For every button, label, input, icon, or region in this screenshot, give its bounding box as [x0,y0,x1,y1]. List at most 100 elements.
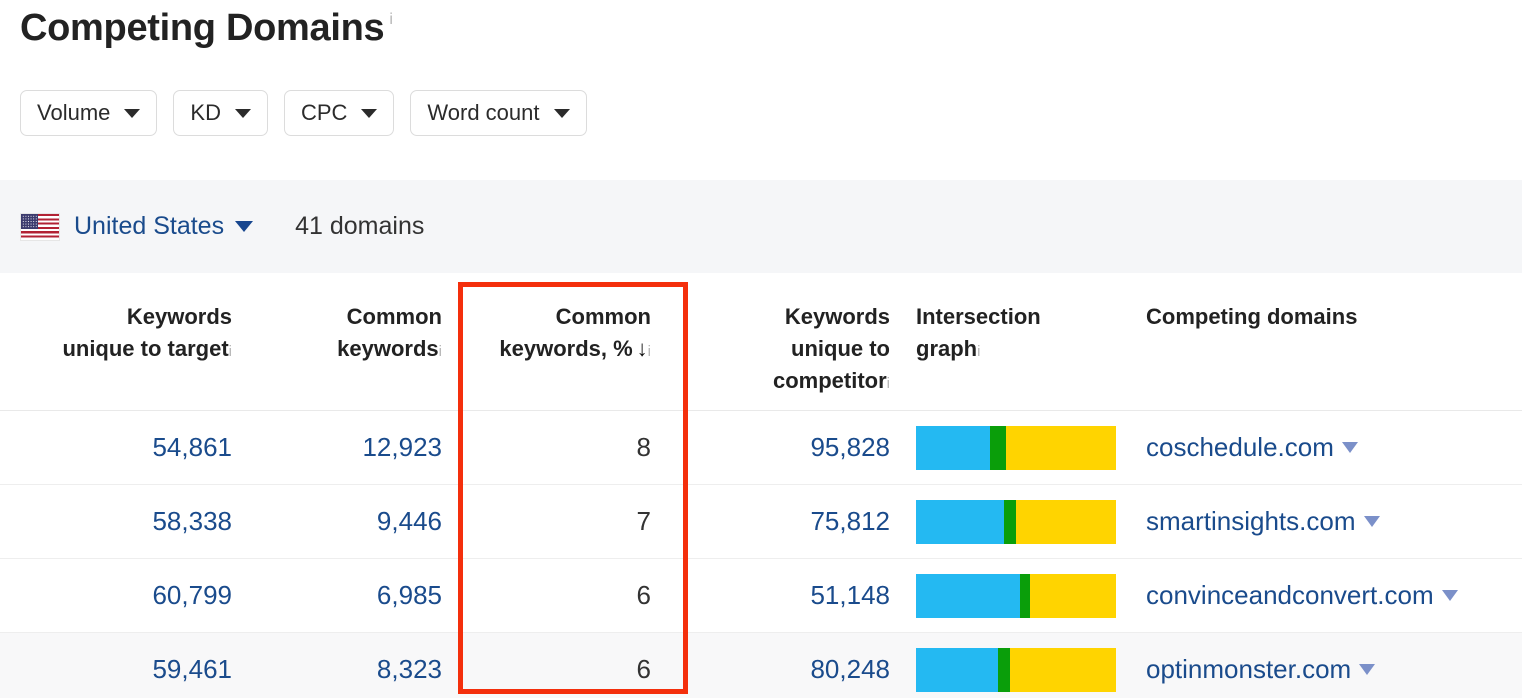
info-icon[interactable]: i [229,344,232,359]
column-header-line2: unique to target [62,336,228,361]
page-title-row: Competing Domains i [20,8,393,50]
bar-segment-common [1020,574,1030,618]
cell-common-keywords[interactable]: 6,985 [248,580,458,611]
sort-descending-icon[interactable]: ↓ [637,333,648,365]
cell-intersection-graph [902,500,1128,544]
bar-segment-unique-to-target [916,648,998,692]
info-icon[interactable]: i [439,344,442,359]
cell-common-keywords[interactable]: 9,446 [248,506,458,537]
chevron-down-icon[interactable] [235,221,253,232]
table-row[interactable]: 58,338 9,446 7 75,812 smartinsights.com [0,485,1522,559]
chevron-down-icon[interactable] [1342,442,1358,453]
chevron-down-icon [235,109,251,118]
info-icon[interactable]: i [648,344,651,359]
filter-word-count[interactable]: Word count [410,90,586,136]
column-header-line2: keywords [337,336,439,361]
filter-cpc[interactable]: CPC [284,90,394,136]
intersection-graph-bar [916,574,1116,618]
domain-link[interactable]: coschedule.com [1146,432,1334,463]
column-header-line2: unique to [791,336,890,361]
intersection-graph-bar [916,500,1116,544]
bar-segment-common [1004,500,1016,544]
cell-keywords-unique-to-target[interactable]: 60,799 [0,580,248,611]
bar-segment-common [998,648,1010,692]
column-header-competing-domains[interactable]: Competing domains [1128,273,1522,410]
domain-link[interactable]: smartinsights.com [1146,506,1356,537]
cell-common-keywords[interactable]: 12,923 [248,432,458,463]
country-selector-label[interactable]: United States [74,212,224,241]
column-header-keywords-unique-to-target[interactable]: Keywords unique to targeti [0,273,248,410]
chevron-down-icon [554,109,570,118]
info-icon[interactable]: i [389,12,393,28]
cell-common-keywords-percent: 6 [458,654,687,685]
cell-competing-domain: smartinsights.com [1128,506,1522,537]
page-title: Competing Domains [20,8,384,50]
intersection-graph-bar [916,426,1116,470]
cell-intersection-graph [902,574,1128,618]
cell-keywords-unique-to-target[interactable]: 54,861 [0,432,248,463]
cell-keywords-unique-to-target[interactable]: 58,338 [0,506,248,537]
cell-common-keywords-percent: 8 [458,432,687,463]
column-header-line3: competitor [773,368,887,393]
info-icon[interactable]: i [887,376,890,391]
chevron-down-icon[interactable] [1359,664,1375,675]
column-header-line1: Keywords [785,304,890,329]
domain-link[interactable]: convinceandconvert.com [1146,580,1434,611]
filter-cpc-label: CPC [301,100,347,126]
cell-keywords-unique-to-target[interactable]: 59,461 [0,654,248,685]
us-flag-icon [20,213,60,241]
table-row[interactable]: 60,799 6,985 6 51,148 convinceandconvert… [0,559,1522,633]
competing-domains-table: Keywords unique to targeti Common keywor… [0,273,1522,698]
cell-common-keywords-percent: 7 [458,506,687,537]
cell-intersection-graph [902,648,1128,692]
competing-domains-page: Competing Domains i Volume KD CPC Word c… [0,0,1522,698]
country-filter-bar: United States 41 domains [0,180,1522,273]
cell-common-keywords-percent: 6 [458,580,687,611]
column-header-line1: Common [556,304,651,329]
chevron-down-icon[interactable] [1442,590,1458,601]
domain-count-label: 41 domains [295,212,424,241]
filter-bar: Volume KD CPC Word count [20,90,587,136]
chevron-down-icon[interactable] [1364,516,1380,527]
column-header-line1: Keywords [127,304,232,329]
column-header-intersection-graph[interactable]: Intersection graphi [902,273,1128,410]
cell-keywords-unique-to-competitor[interactable]: 51,148 [687,580,902,611]
column-header-line1: Common [347,304,442,329]
table-row[interactable]: 59,461 8,323 6 80,248 optinmonster.com [0,633,1522,698]
bar-segment-unique-to-target [916,574,1020,618]
bar-segment-unique-to-competitor [1030,574,1116,618]
bar-segment-unique-to-target [916,500,1004,544]
bar-segment-common [990,426,1006,470]
bar-segment-unique-to-competitor [1006,426,1116,470]
bar-segment-unique-to-competitor [1016,500,1116,544]
column-header-line1: Intersection [916,304,1041,329]
table-row[interactable]: 54,861 12,923 8 95,828 coschedule.com [0,411,1522,485]
filter-volume[interactable]: Volume [20,90,157,136]
column-header-line2: graph [916,336,977,361]
cell-keywords-unique-to-competitor[interactable]: 75,812 [687,506,902,537]
cell-competing-domain: convinceandconvert.com [1128,580,1522,611]
cell-keywords-unique-to-competitor[interactable]: 80,248 [687,654,902,685]
filter-kd[interactable]: KD [173,90,268,136]
cell-common-keywords[interactable]: 8,323 [248,654,458,685]
info-icon[interactable]: i [977,344,980,359]
filter-word-count-label: Word count [427,100,539,126]
column-header-common-keywords-percent[interactable]: Common keywords, %↓i [458,273,687,410]
cell-competing-domain: coschedule.com [1128,432,1522,463]
filter-kd-label: KD [190,100,221,126]
cell-competing-domain: optinmonster.com [1128,654,1522,685]
bar-segment-unique-to-competitor [1010,648,1116,692]
column-header-common-keywords[interactable]: Common keywordsi [248,273,458,410]
chevron-down-icon [124,109,140,118]
column-header-line1: Competing domains [1146,304,1357,329]
domain-link[interactable]: optinmonster.com [1146,654,1351,685]
column-header-line2: keywords, % [499,336,632,361]
table-header-row: Keywords unique to targeti Common keywor… [0,273,1522,411]
column-header-keywords-unique-to-competitor[interactable]: Keywords unique to competitori [687,273,902,410]
bar-segment-unique-to-target [916,426,990,470]
cell-keywords-unique-to-competitor[interactable]: 95,828 [687,432,902,463]
intersection-graph-bar [916,648,1116,692]
filter-volume-label: Volume [37,100,110,126]
cell-intersection-graph [902,426,1128,470]
chevron-down-icon [361,109,377,118]
